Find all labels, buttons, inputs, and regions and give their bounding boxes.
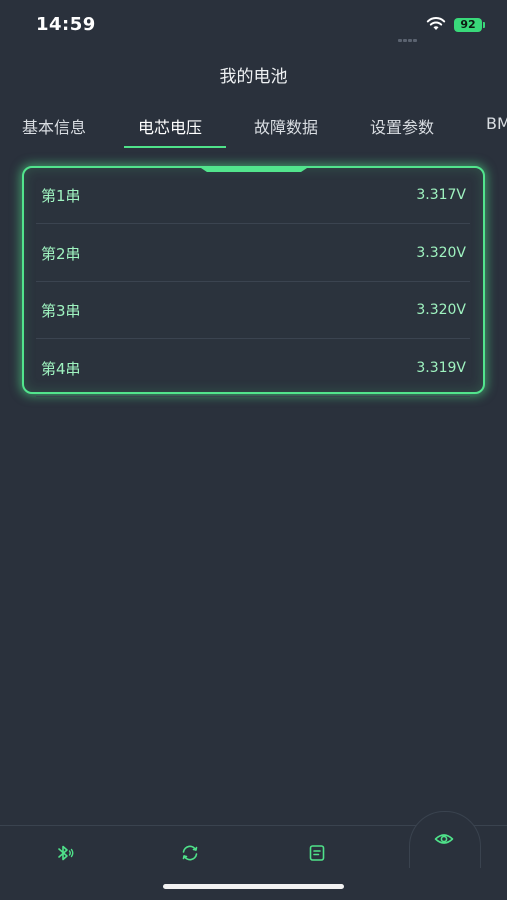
bluetooth-icon[interactable] [53,842,75,864]
cell-voltage: 3.317V [416,187,466,203]
page-title: 我的电池 [219,67,288,87]
cell-row: 第4串 3.319V [36,339,470,397]
cell-row: 第1串 3.317V [36,166,470,224]
cell-row: 第2串 3.320V [36,224,470,282]
cell-voltage: 3.320V [416,302,466,318]
cellular-signal-icon [398,27,418,46]
tab-bms[interactable]: BMS [486,114,507,133]
cell-label: 第3串 [41,302,81,320]
refresh-icon[interactable] [179,842,201,864]
eye-icon[interactable] [433,828,455,850]
active-tab-indicator [124,146,226,148]
tab-bar: 基本信息 电芯电压 故障数据 设置参数 BMS [0,108,507,152]
cell-label: 第1串 [41,187,81,205]
tab-settings[interactable]: 设置参数 [370,114,434,138]
cell-row: 第3串 3.320V [36,281,470,339]
cell-voltage: 3.319V [416,360,466,376]
cell-label: 第2串 [41,245,81,263]
home-indicator [163,884,344,889]
status-time: 14:59 [36,14,96,35]
tab-basic-info[interactable]: 基本信息 [22,114,86,138]
battery-tip [483,22,485,28]
battery-level: 92 [460,18,476,31]
document-icon[interactable] [306,842,328,864]
wifi-icon [426,17,446,30]
tab-fault-data[interactable]: 故障数据 [254,114,318,138]
cell-label: 第4串 [41,360,81,378]
tab-cell-voltage[interactable]: 电芯电压 [138,114,202,138]
status-bar: 14:59 92 [0,0,507,52]
battery-icon: 92 [454,18,482,32]
cell-voltage: 3.320V [416,245,466,261]
